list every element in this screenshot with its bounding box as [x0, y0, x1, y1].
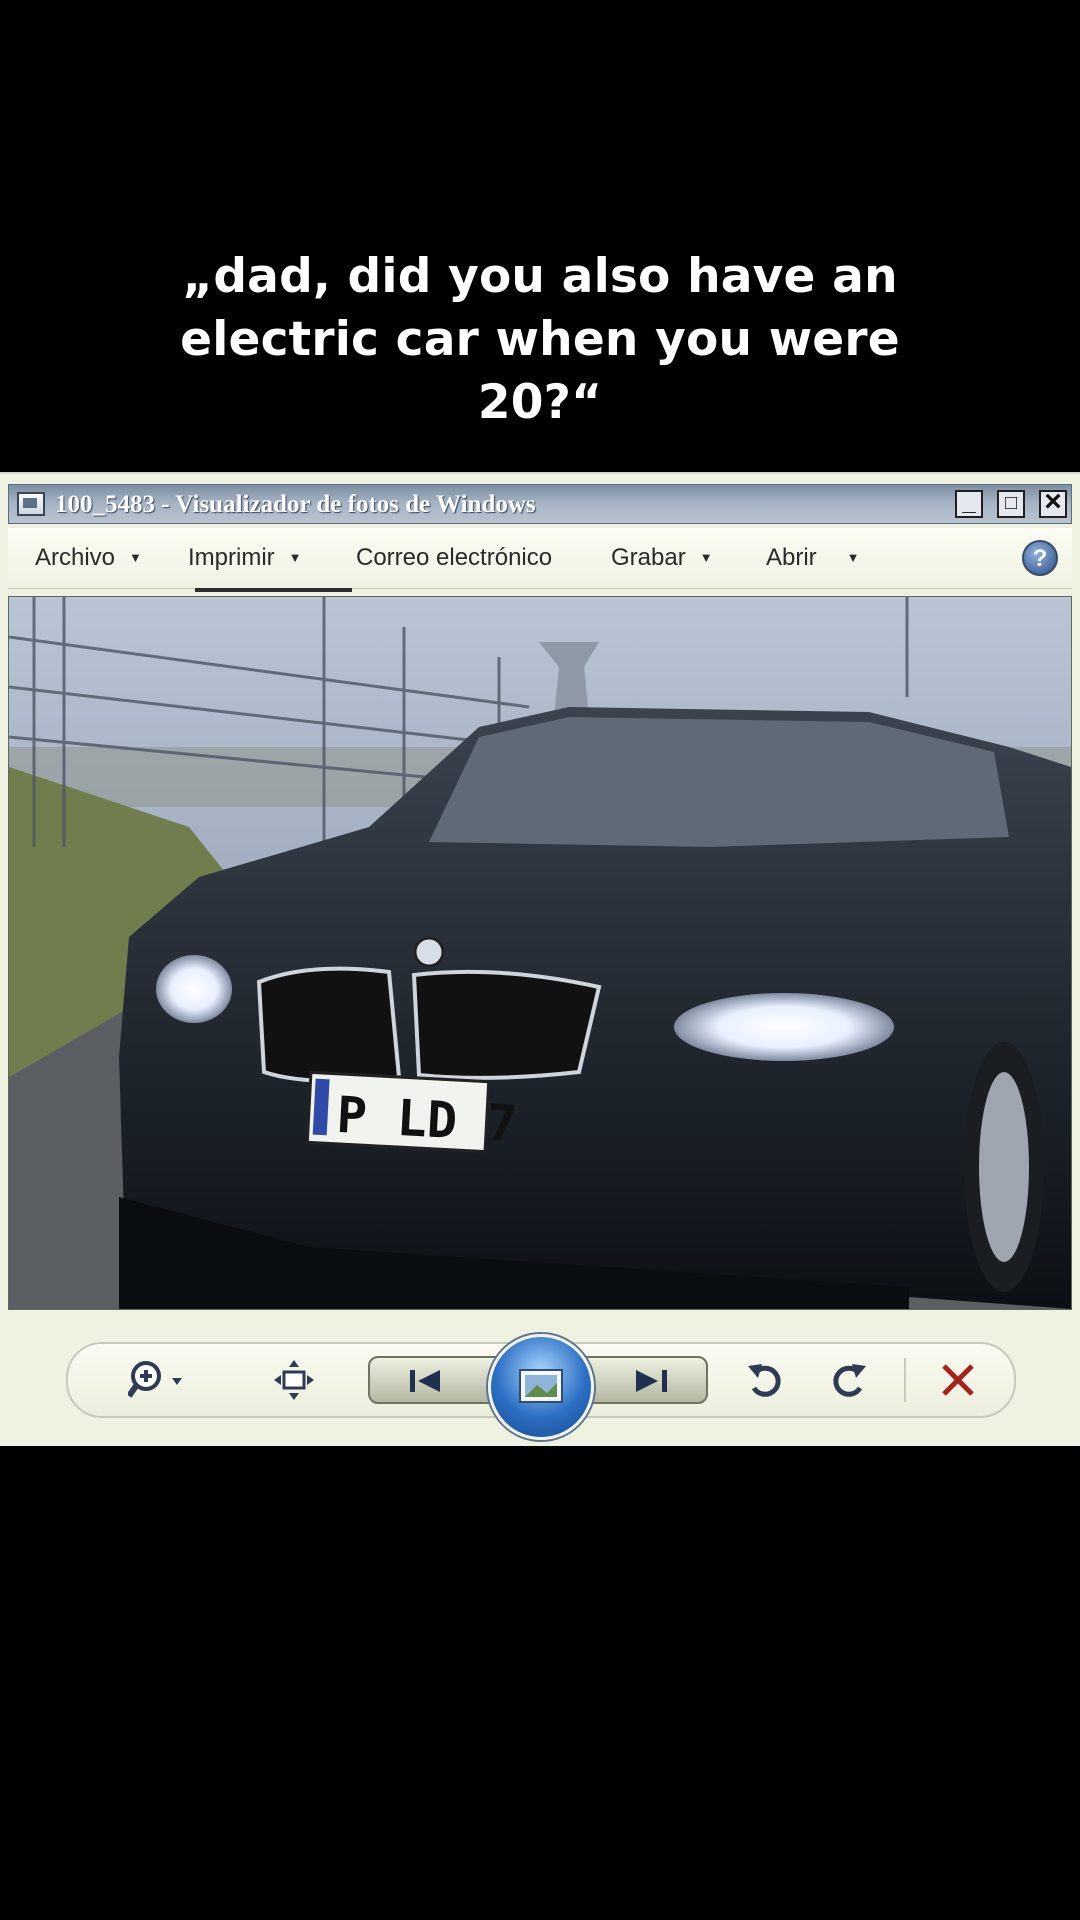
delete-icon[interactable] — [938, 1358, 978, 1402]
menu-archivo-label: Archivo — [35, 544, 116, 571]
close-button[interactable]: × — [1039, 487, 1067, 518]
chevron-down-icon: ▼ — [288, 550, 302, 565]
caption-line-1: „dad, did you also have an — [182, 249, 898, 304]
caption-line-2: electric car when you were — [180, 312, 900, 367]
maximize-button[interactable]: □ — [997, 490, 1025, 518]
license-plate-text: P LD 7 — [335, 1086, 518, 1153]
menu-correo[interactable]: Correo electrónico — [356, 544, 552, 572]
car-photo: P LD 7 — [9, 597, 1071, 1309]
caption-text: „dad, did you also have an electric car … — [140, 245, 940, 434]
photo-viewer-app-icon — [17, 492, 45, 516]
minimize-button[interactable]: _ — [955, 490, 983, 518]
chevron-down-icon: ▼ — [846, 550, 860, 565]
menu-imprimir[interactable]: Imprimir ▼ — [188, 544, 302, 572]
next-icon[interactable] — [632, 1368, 672, 1394]
menu-abrir-label: Abrir — [766, 544, 817, 571]
slideshow-button[interactable] — [488, 1334, 594, 1440]
rotate-right-icon[interactable] — [828, 1358, 868, 1402]
previous-icon[interactable] — [408, 1368, 448, 1394]
menu-imprimir-label: Imprimir — [188, 544, 275, 571]
menu-grabar[interactable]: Grabar ▼ — [611, 544, 713, 572]
slideshow-icon — [519, 1369, 563, 1403]
chevron-down-icon: ▼ — [129, 550, 142, 565]
menu-grabar-label: Grabar — [611, 544, 686, 571]
rotate-left-icon[interactable] — [746, 1358, 786, 1402]
license-plate: P LD 7 — [305, 1070, 519, 1153]
menu-abrir[interactable]: Abrir ▼ — [766, 544, 860, 572]
viewer-toolbar — [66, 1334, 1016, 1440]
help-icon[interactable]: ? — [1022, 540, 1058, 576]
title-bar[interactable]: 100_5483 - Visualizador de fotos de Wind… — [8, 484, 1072, 524]
photo-viewer-window: 100_5483 - Visualizador de fotos de Wind… — [0, 472, 1080, 1446]
fit-window-icon[interactable] — [272, 1358, 316, 1402]
menu-correo-label: Correo electrónico — [356, 544, 553, 571]
window-title: 100_5483 - Visualizador de fotos de Wind… — [55, 491, 536, 518]
photo-display: P LD 7 — [8, 596, 1072, 1310]
toolbar-divider — [904, 1358, 906, 1402]
chevron-down-icon: ▼ — [699, 550, 713, 565]
menu-archivo[interactable]: Archivo ▼ — [35, 544, 142, 572]
caption-line-3: 20?“ — [477, 375, 603, 430]
zoom-icon[interactable] — [128, 1358, 198, 1402]
menu-focus-underline — [195, 588, 352, 592]
menu-bar: Archivo ▼ Imprimir ▼ Correo electrónico Gr… — [8, 528, 1072, 589]
